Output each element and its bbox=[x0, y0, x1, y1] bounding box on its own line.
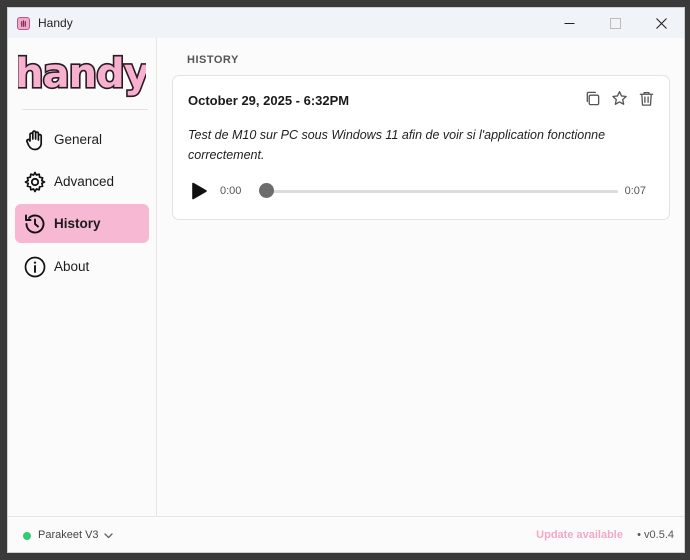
app-icon bbox=[17, 16, 30, 30]
chevron-down-icon[interactable] bbox=[103, 530, 114, 541]
maximize-button[interactable] bbox=[592, 8, 638, 38]
model-selector[interactable]: Parakeet V3 bbox=[38, 529, 99, 541]
copy-button[interactable] bbox=[583, 89, 601, 107]
window-controls bbox=[546, 8, 684, 38]
sidebar-item-general[interactable]: General bbox=[15, 120, 149, 159]
copy-icon bbox=[586, 91, 599, 105]
minimize-button[interactable] bbox=[546, 8, 592, 38]
app-version: • v0.5.4 bbox=[637, 529, 674, 541]
app-window: Handy handy General Advanced History Abo… bbox=[7, 7, 685, 553]
star-button[interactable] bbox=[610, 89, 628, 107]
window-title: Handy bbox=[38, 16, 73, 30]
update-available-link[interactable]: Update available bbox=[536, 529, 623, 541]
version-separator: • bbox=[637, 529, 641, 541]
sidebar-item-history[interactable]: History bbox=[15, 204, 149, 243]
current-time: 0:00 bbox=[220, 185, 242, 197]
handy-logo: handy bbox=[18, 50, 146, 98]
audio-progress-thumb[interactable] bbox=[258, 183, 274, 198]
main-panel: HISTORY October 29, 2025 - 6:32PM Test d… bbox=[158, 38, 684, 516]
sidebar: handy General Advanced History About bbox=[8, 38, 157, 516]
delete-button[interactable] bbox=[637, 89, 655, 107]
version-number: v0.5.4 bbox=[644, 529, 674, 541]
history-entry: October 29, 2025 - 6:32PM Test de M10 su… bbox=[172, 75, 670, 220]
sidebar-item-about[interactable]: About bbox=[15, 247, 149, 286]
sidebar-item-label: General bbox=[54, 132, 103, 147]
audio-player: 0:00 0:07 bbox=[188, 180, 658, 202]
sidebar-item-label: History bbox=[54, 216, 101, 231]
section-title: HISTORY bbox=[187, 54, 239, 66]
entry-transcript: Test de M10 sur PC sous Windows 11 afin … bbox=[188, 128, 606, 162]
star-icon bbox=[611, 90, 627, 105]
entry-date: October 29, 2025 - 6:32PM bbox=[188, 93, 350, 108]
hand-icon bbox=[23, 128, 47, 152]
total-time: 0:07 bbox=[624, 185, 646, 197]
minimize-icon bbox=[564, 22, 574, 24]
model-status-dot bbox=[23, 532, 31, 540]
sidebar-item-advanced[interactable]: Advanced bbox=[15, 162, 149, 201]
audio-progress-track[interactable] bbox=[266, 190, 618, 193]
sidebar-item-label: Advanced bbox=[54, 174, 115, 189]
trash-icon bbox=[639, 91, 653, 106]
info-icon bbox=[23, 255, 47, 279]
sidebar-item-label: About bbox=[54, 259, 90, 274]
close-button[interactable] bbox=[638, 8, 684, 38]
logo-divider bbox=[22, 109, 148, 110]
svg-text:handy: handy bbox=[18, 51, 146, 97]
close-icon bbox=[655, 17, 667, 29]
maximize-icon bbox=[609, 17, 621, 29]
cog-icon bbox=[23, 170, 47, 194]
entry-actions bbox=[583, 89, 655, 107]
history-icon bbox=[23, 212, 47, 236]
title-bar[interactable]: Handy bbox=[8, 8, 684, 38]
status-bar: Parakeet V3 Update available • v0.5.4 bbox=[8, 516, 684, 552]
play-icon[interactable] bbox=[190, 182, 208, 200]
